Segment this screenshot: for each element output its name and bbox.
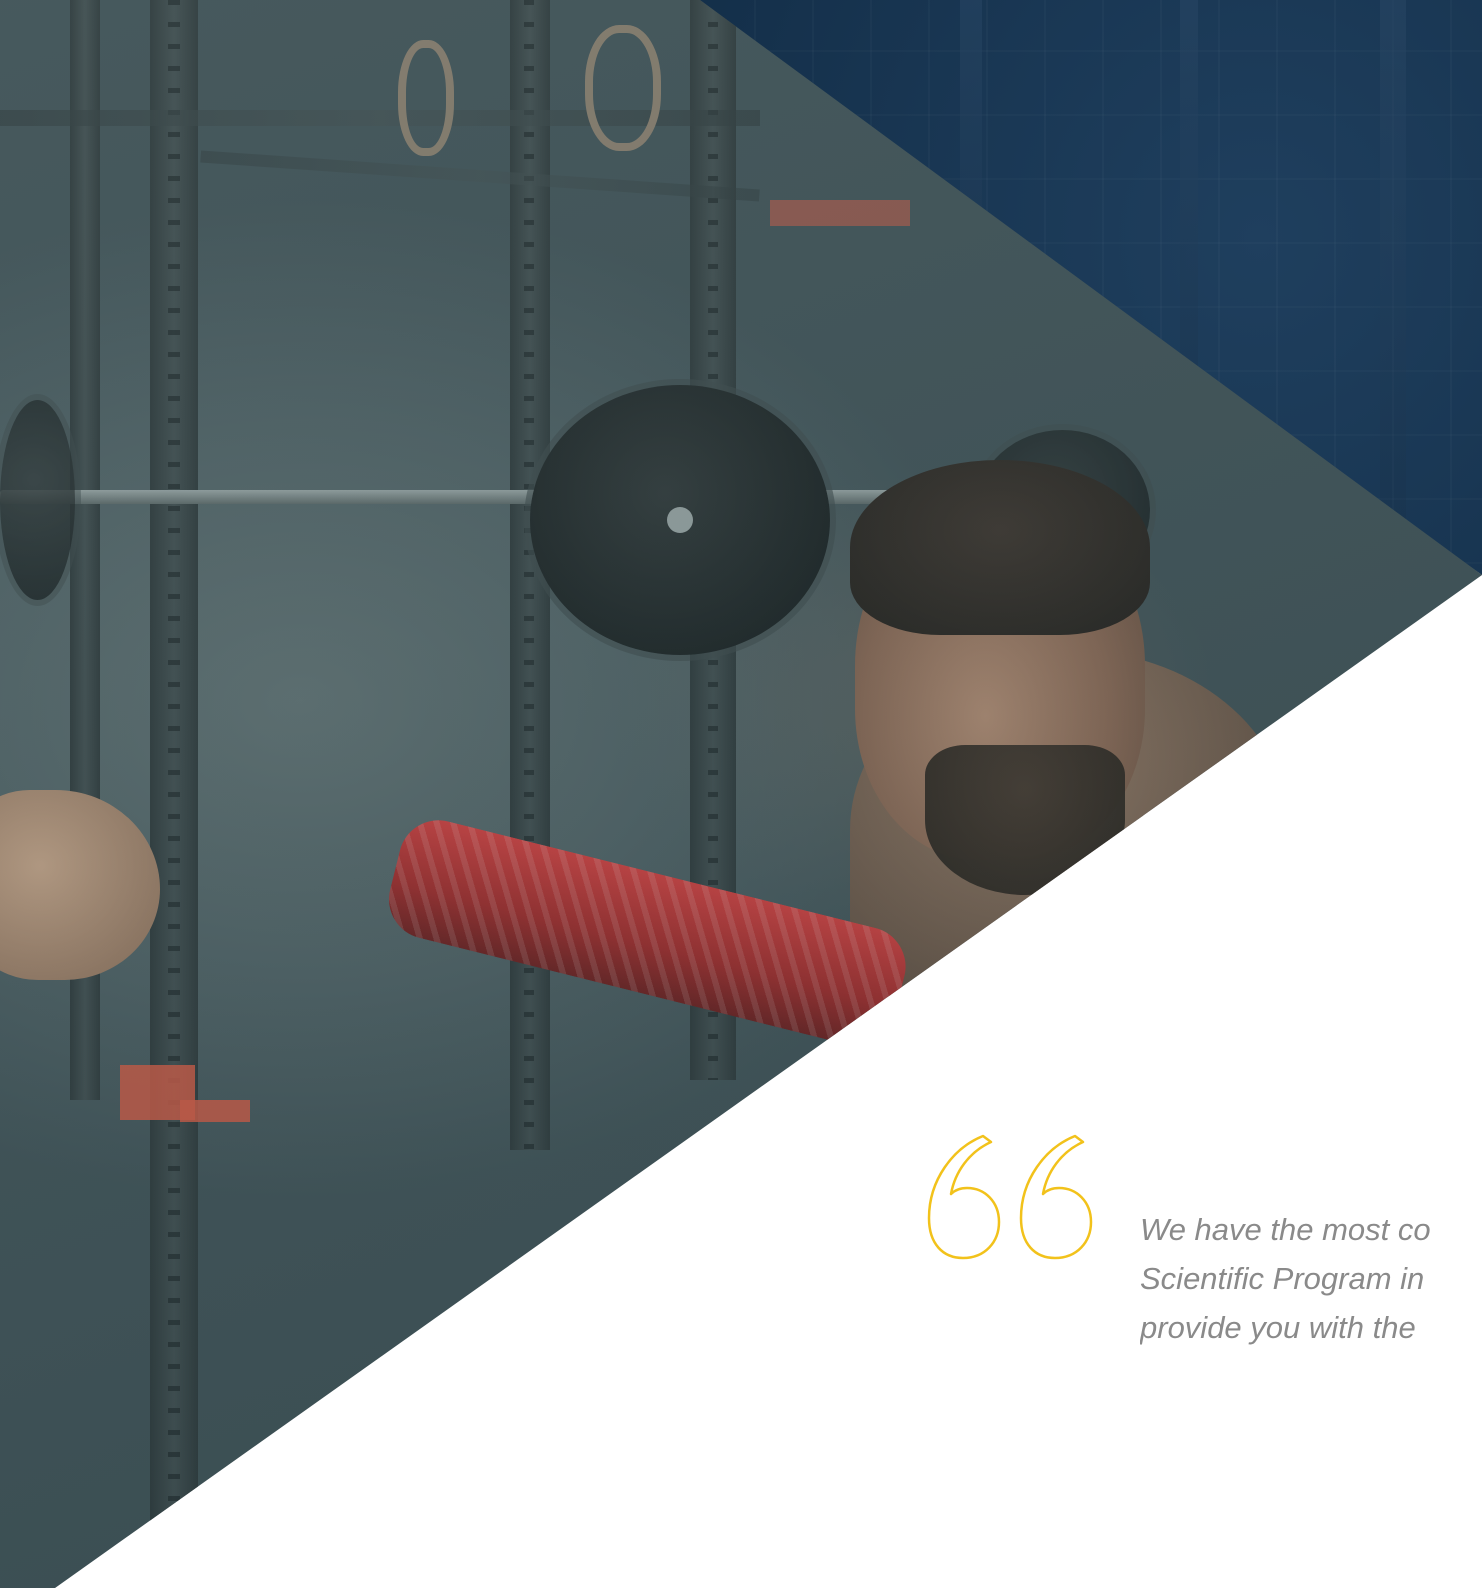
quote-line: Scientific Program in [1140, 1261, 1425, 1296]
background-pillar [1380, 0, 1406, 560]
quote-text: We have the most co Scientific Program i… [1140, 1205, 1480, 1352]
quote-line: provide you with the [1140, 1310, 1416, 1345]
quote-open-icon [927, 1134, 1093, 1260]
quote-line: We have the most co [1140, 1212, 1431, 1247]
page: We have the most co Scientific Program i… [0, 0, 1482, 1588]
